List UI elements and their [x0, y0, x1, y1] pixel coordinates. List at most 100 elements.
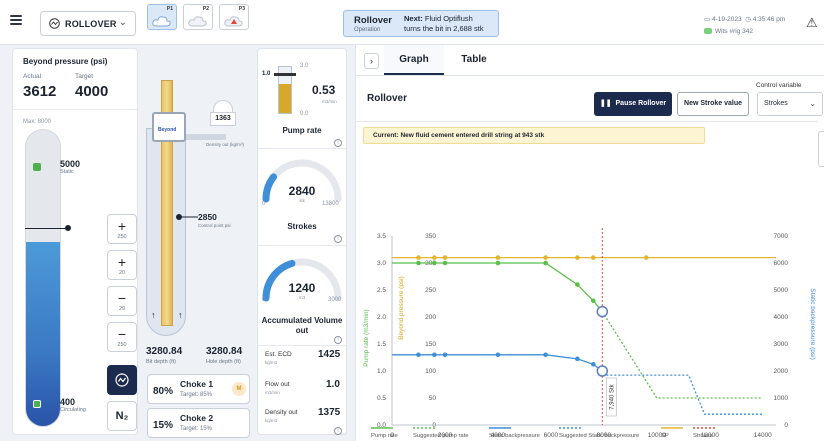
legend-label: SP [661, 433, 669, 439]
pump-data-point [575, 282, 580, 287]
pump-setpoint-handle[interactable] [274, 73, 296, 76]
hole-depth-value: 3280.84 [206, 346, 243, 357]
static-data-point [416, 352, 421, 358]
static-backpressure-tick-label: 4000 [774, 314, 789, 321]
p1-button[interactable]: P1 [147, 4, 177, 30]
chart-legend: Pump rate Suggested pump rate Static backp… [371, 427, 715, 439]
control-variable-select[interactable]: Strokes ⌄ [757, 92, 823, 116]
bp-data-point [575, 255, 580, 260]
series-pump-rate [392, 262, 603, 313]
n2-button[interactable]: N₂ [107, 401, 137, 431]
chart-icon [115, 373, 129, 387]
choke-1-percent: 80% [153, 386, 174, 397]
increase-250-button[interactable]: +250 [107, 214, 137, 244]
decrease-20-button[interactable]: −20 [107, 286, 137, 316]
bp-data-point [442, 255, 448, 260]
setpoint-handle[interactable] [65, 225, 71, 231]
control-variable-value: Strokes [764, 100, 788, 107]
bp-data-point [643, 255, 649, 260]
section-title: Rollover [367, 93, 408, 104]
bp-data-point [495, 255, 501, 260]
step-amount: 250 [117, 234, 127, 240]
p3-button[interactable]: P3 [219, 4, 249, 30]
current-static-marker [596, 365, 609, 377]
info-icon[interactable]: i [334, 427, 342, 435]
mode-select[interactable]: ROLLOVER ⌄ [40, 11, 136, 36]
status-wits: Wits [715, 28, 728, 35]
series-static-backpressure [392, 354, 603, 372]
mode-label: ROLLOVER [65, 18, 117, 29]
cloud-icon [188, 16, 207, 27]
increase-20-button[interactable]: +20 [107, 250, 137, 280]
next-operation: Next: Fluid Optiflush turns the bit in 2… [404, 14, 484, 34]
minus-icon: − [117, 326, 127, 342]
static-data-point [543, 352, 548, 358]
pause-label: Pause Rollover [615, 100, 667, 107]
p2-button[interactable]: P2 [183, 4, 213, 30]
pump-data-point [416, 260, 421, 266]
expand-panel-button[interactable]: › [364, 53, 379, 69]
static-data-point [432, 352, 437, 358]
info-icon[interactable]: i [334, 235, 342, 243]
accumulated-volume-value: 1240 [288, 281, 316, 295]
clock-icon: ◷ [745, 16, 751, 23]
static-data-point [495, 352, 501, 358]
pump-rate-axis-title: Pump rate (m3/min) [363, 309, 370, 366]
choke-2-name: Choke 2 [180, 413, 214, 423]
static-label: Static [60, 169, 74, 175]
warning-icon[interactable]: ⚠ [806, 15, 818, 31]
beyond-pressure-tick-label: 50 [429, 395, 437, 402]
decrease-250-button[interactable]: −250 [107, 322, 137, 352]
ecd-unit: kg/m3 [265, 360, 278, 365]
static-data-point [442, 352, 448, 358]
pause-icon: ❚❚ [599, 100, 612, 107]
circulating-marker[interactable] [33, 400, 41, 408]
tab-graph[interactable]: Graph [384, 45, 444, 75]
menu-icon[interactable] [10, 15, 22, 25]
pump-data-point [495, 260, 501, 266]
tab-table[interactable]: Table [444, 45, 504, 75]
side-drawer-handle[interactable] [818, 131, 824, 167]
pump-rate-tick-label: 3.5 [377, 233, 386, 240]
static-backpressure-tick-label: 7000 [774, 233, 789, 240]
rollover-chart[interactable]: 0.0 0 00.5 50 10001.0 100 20001.5 150 30002.0 200… [356, 142, 818, 441]
legend-label: Strokes [693, 433, 713, 439]
step-amount: 20 [118, 306, 126, 312]
chevron-down-icon: ⌄ [809, 99, 816, 108]
chart-icon [49, 18, 60, 29]
status-dot [704, 28, 712, 35]
control-point-label: Control point psi [198, 223, 231, 228]
choke-2-card[interactable]: 15% Choke 2 Target: 15% [147, 408, 250, 438]
choke-2-target: Target: 15% [180, 426, 213, 432]
trend-chart-button[interactable] [107, 365, 137, 395]
density-out-label: Density out [265, 409, 298, 416]
pump-panel: 3.0 1.0 0.0 0.53 m3/min Pump rate i 2840… [257, 48, 347, 435]
beyond-pressure-tick-label: 100 [425, 368, 436, 375]
step-amount: 250 [117, 342, 127, 348]
choke-1-card[interactable]: 80% Choke 1 Target: 85% M [147, 374, 250, 404]
new-stroke-value-button[interactable]: New Stroke value [677, 92, 749, 116]
static-backpressure-tick-label: 6000 [774, 260, 789, 267]
info-icon[interactable]: i [334, 139, 342, 147]
pump-rate-tick-label: 1.0 [377, 368, 386, 375]
strokes-max: 13800 [322, 201, 339, 207]
pump-rate-tick-label: 2.5 [377, 287, 386, 294]
choke-1-name: Choke 1 [180, 379, 214, 389]
graph-panel: › Graph Table Control variable Strokes ⌄… [355, 44, 824, 441]
control-point-leader [180, 216, 198, 218]
pause-rollover-button[interactable]: ❚❚ Pause Rollover [594, 92, 672, 116]
density-out-label: Density out (kg/m³) [206, 142, 245, 147]
plus-icon: + [117, 254, 127, 270]
chevron-down-icon: ⌄ [118, 17, 127, 28]
info-icon[interactable]: i [334, 336, 342, 344]
pump-rate-tick-label: 1.5 [377, 341, 386, 348]
session-meta: ▭ 4-19-2023 ◷ 4:35:46 pm Wits #rig 342 [704, 14, 785, 38]
pump-zero: 0.0 [300, 111, 309, 117]
actual-label: Actual [23, 73, 42, 80]
arrow-up-icon: ↑ [178, 310, 183, 320]
circulating-label: Circulating [60, 407, 86, 413]
series-suggested-pump-rate [601, 311, 763, 399]
static-value: 5000 [60, 159, 81, 169]
beyond-pressure-tick-label: 200 [425, 314, 436, 321]
static-marker[interactable] [33, 163, 41, 171]
